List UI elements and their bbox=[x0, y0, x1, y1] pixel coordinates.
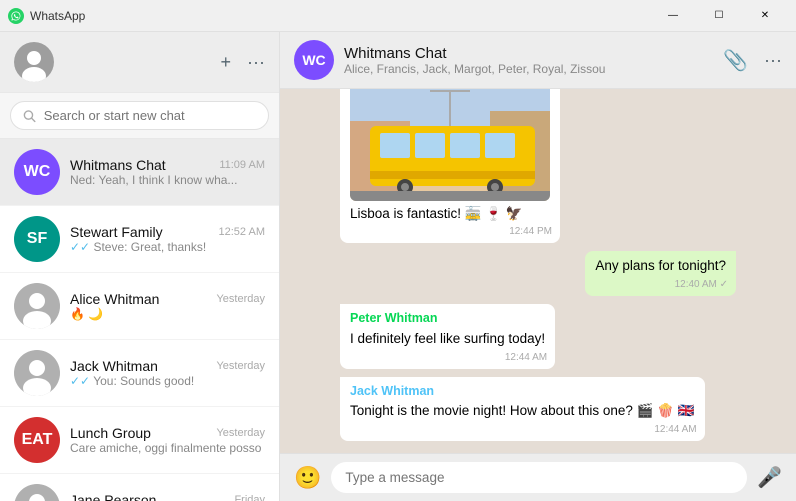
chat-list: WC Whitmans Chat 11:09 AM Ned: Yeah, I t… bbox=[0, 139, 279, 501]
message-bubble: Peter Whitman bbox=[340, 89, 560, 243]
chat-menu-button[interactable]: ··· bbox=[764, 50, 782, 71]
search-icon bbox=[23, 109, 36, 123]
message-time: 12:44 AM bbox=[505, 351, 547, 365]
title-bar: WhatsApp — ☐ ✕ bbox=[0, 0, 796, 32]
message-sender: Peter Whitman bbox=[350, 310, 545, 328]
whatsapp-logo-icon bbox=[8, 8, 24, 24]
chat-name: Stewart Family bbox=[70, 224, 163, 240]
chat-time: Yesterday bbox=[216, 427, 265, 439]
sidebar: + ··· WC Whitmans Chat 11:09 AM bbox=[0, 32, 280, 501]
chat-item[interactable]: Jane Pearson Friday Nice! I definitely f… bbox=[0, 474, 279, 501]
menu-button[interactable]: ··· bbox=[247, 52, 265, 73]
maximize-button[interactable]: ☐ bbox=[696, 0, 742, 32]
message-sender: Jack Whitman bbox=[350, 383, 695, 401]
app-title: WhatsApp bbox=[30, 9, 85, 23]
chat-name: Jack Whitman bbox=[70, 358, 158, 374]
search-input[interactable] bbox=[44, 108, 256, 123]
new-chat-button[interactable]: + bbox=[221, 52, 232, 73]
user-avatar[interactable] bbox=[14, 42, 54, 82]
message-row: Jack Whitman Tonight is the movie night! … bbox=[340, 377, 736, 441]
avatar: EAT bbox=[14, 417, 60, 463]
chat-item[interactable]: WC Whitmans Chat 11:09 AM Ned: Yeah, I t… bbox=[0, 139, 279, 206]
chat-item[interactable]: Jack Whitman Yesterday ✓✓ You: Sounds go… bbox=[0, 340, 279, 407]
chat-preview: ✓✓ Steve: Great, thanks! bbox=[70, 240, 265, 254]
chat-time: 12:52 AM bbox=[219, 226, 265, 238]
chat-preview: Ned: Yeah, I think I know wha... bbox=[70, 173, 265, 187]
message-text: Tonight is the movie night! How about th… bbox=[350, 403, 695, 418]
message-text: Lisboa is fantastic! 🚋 🍷 🦅 bbox=[350, 206, 523, 221]
minimize-button[interactable]: — bbox=[650, 0, 696, 32]
chat-time: Yesterday bbox=[216, 293, 265, 305]
chat-name: Jane Pearson bbox=[70, 492, 156, 501]
message-bubble: Any plans for tonight? 12:40 AM ✓ bbox=[585, 251, 736, 296]
chat-panel: WC Whitmans Chat Alice, Francis, Jack, M… bbox=[280, 32, 796, 501]
message-bubble: Jack Whitman Tonight is the movie night! … bbox=[340, 377, 705, 441]
avatar bbox=[14, 350, 60, 396]
chat-time: Yesterday bbox=[216, 360, 265, 372]
chat-members: Alice, Francis, Jack, Margot, Peter, Roy… bbox=[344, 62, 713, 76]
avatar bbox=[14, 484, 60, 501]
group-avatar[interactable]: WC bbox=[294, 40, 334, 80]
chat-item[interactable]: EAT Lunch Group Yesterday Care amiche, o… bbox=[0, 407, 279, 474]
emoji-button[interactable]: 🙂 bbox=[294, 465, 321, 491]
message-row: Any plans for tonight? 12:40 AM ✓ bbox=[340, 251, 736, 296]
avatar: SF bbox=[14, 216, 60, 262]
chat-time: Friday bbox=[234, 494, 265, 501]
avatar bbox=[14, 283, 60, 329]
close-button[interactable]: ✕ bbox=[742, 0, 788, 32]
messages-area: Peter Whitman bbox=[280, 89, 796, 453]
chat-name: Whitmans Chat bbox=[70, 157, 166, 173]
chat-name: Lunch Group bbox=[70, 425, 151, 441]
chat-time: 11:09 AM bbox=[219, 159, 265, 171]
chat-name: Whitmans Chat bbox=[344, 45, 713, 62]
chat-item[interactable]: Alice Whitman Yesterday 🔥 🌙 bbox=[0, 273, 279, 340]
mic-button[interactable]: 🎤 bbox=[757, 465, 782, 490]
message-time: 12:44 AM bbox=[654, 423, 696, 437]
chat-preview: ✓✓ You: Sounds good! bbox=[70, 374, 265, 388]
chat-preview: 🔥 🌙 bbox=[70, 307, 265, 321]
search-bar bbox=[0, 93, 279, 139]
message-row: Peter Whitman I definitely feel like surf… bbox=[340, 304, 736, 368]
message-row: Peter Whitman bbox=[340, 89, 736, 243]
chat-name: Alice Whitman bbox=[70, 291, 159, 307]
message-text: I definitely feel like surfing today! bbox=[350, 331, 545, 346]
message-time: 12:40 AM ✓ bbox=[675, 278, 728, 292]
avatar: WC bbox=[14, 149, 60, 195]
message-input[interactable] bbox=[331, 462, 747, 493]
chat-header: WC Whitmans Chat Alice, Francis, Jack, M… bbox=[280, 32, 796, 89]
message-text: Any plans for tonight? bbox=[595, 258, 726, 273]
chat-item[interactable]: SF Stewart Family 12:52 AM ✓✓ Steve: Gre… bbox=[0, 206, 279, 273]
message-image bbox=[350, 89, 550, 201]
attach-button[interactable]: 📎 bbox=[723, 48, 748, 73]
message-bubble: Peter Whitman I definitely feel like surf… bbox=[340, 304, 555, 368]
chat-preview: Care amiche, oggi finalmente posso bbox=[70, 441, 265, 455]
input-bar: 🙂 🎤 bbox=[280, 453, 796, 501]
sidebar-header: + ··· bbox=[0, 32, 279, 93]
message-time: 12:44 PM bbox=[509, 225, 552, 239]
